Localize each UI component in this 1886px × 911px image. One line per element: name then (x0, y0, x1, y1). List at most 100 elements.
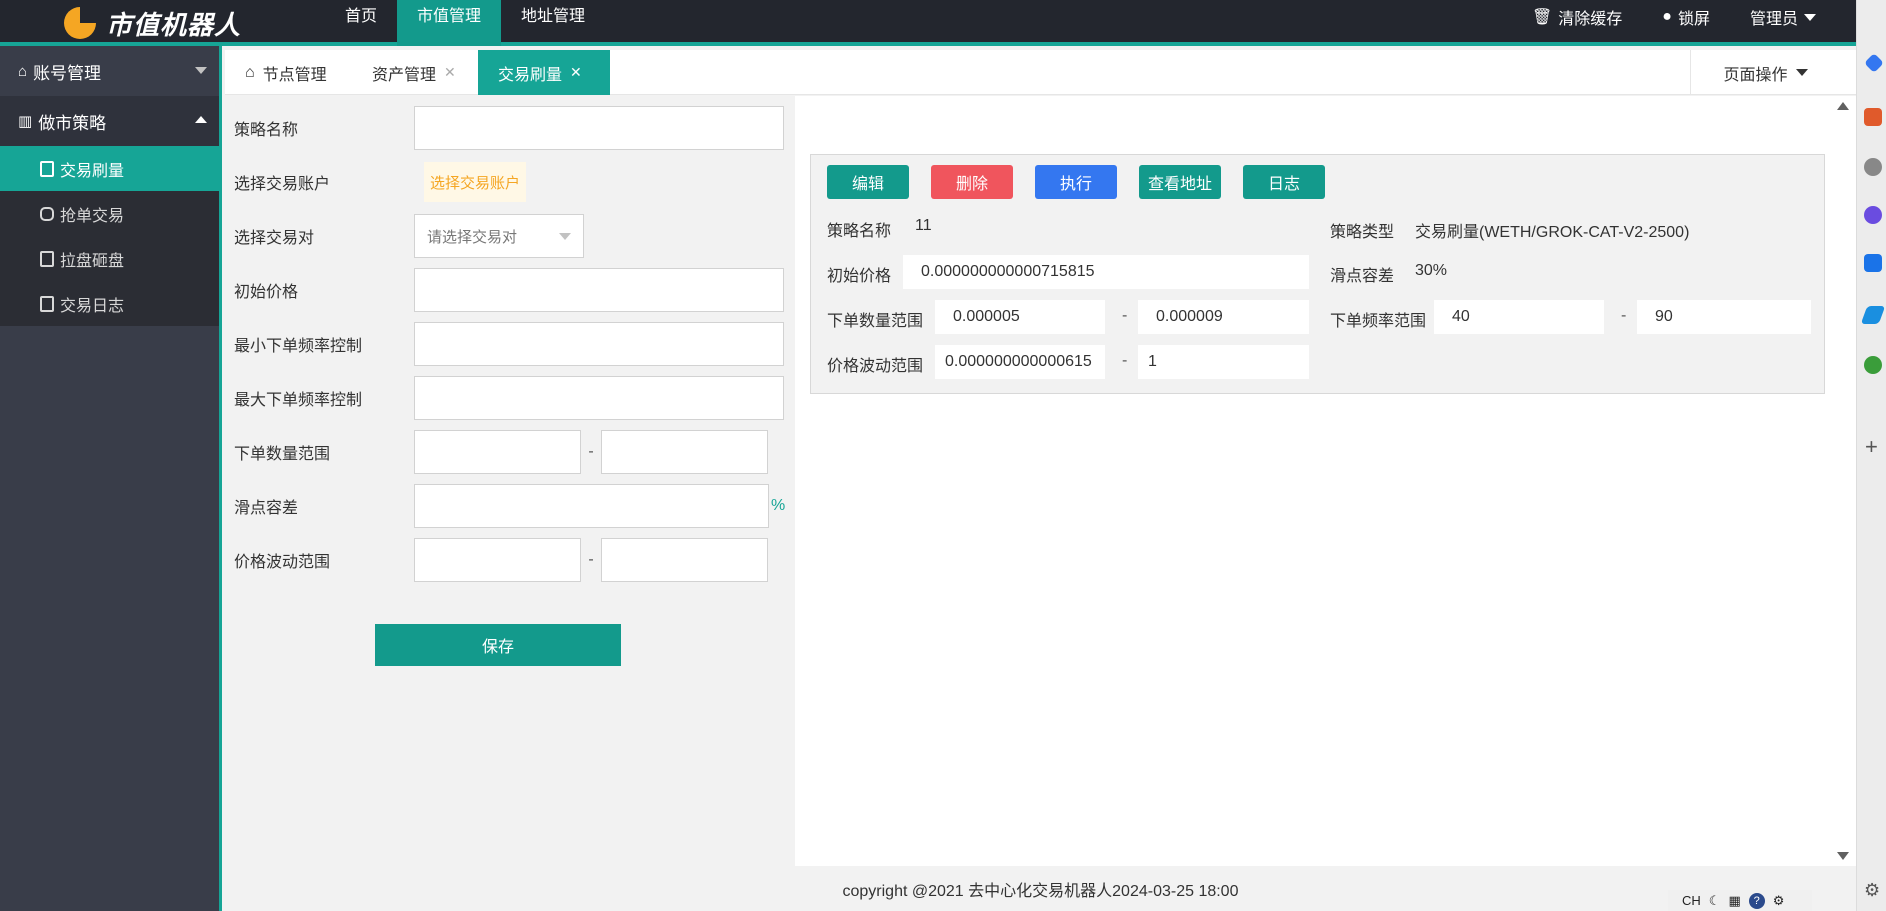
sidebar-item-label: 交易刷量 (60, 162, 125, 180)
card-value-order-qty-max: 0.000009 (1138, 300, 1309, 334)
card-value-price-range-max: 1 (1138, 345, 1309, 379)
form-label: 滑点容差 (234, 500, 299, 517)
page-operations-menu[interactable]: 页面操作 (1690, 50, 1840, 95)
tab-node-management[interactable]: ⌂ 节点管理 (225, 50, 347, 95)
card-value-slippage: 30% (1415, 262, 1448, 279)
card-value-order-qty-min: 0.000005 (935, 300, 1105, 334)
card-label-initial-price: 初始价格 (827, 268, 892, 285)
trash-icon: 🗑 (1531, 9, 1553, 26)
sidebar-group-account[interactable]: ⌂ 账号管理 (0, 46, 219, 96)
form-row-order-qty: 下单数量范围 - (234, 430, 768, 474)
form-label: 最大下单频率控制 (234, 392, 363, 409)
card-value-strategy-type: 交易刷量(WETH/GROK-CAT-V2-2500) (1415, 224, 1690, 241)
edit-button[interactable]: 编辑 (827, 165, 909, 199)
slippage-input[interactable] (414, 484, 769, 528)
card-label-strategy-type: 策略类型 (1330, 224, 1395, 241)
clipboard-check-icon (40, 295, 54, 312)
grid-icon[interactable]: ▦ (1728, 893, 1740, 909)
trading-pair-select[interactable]: 请选择交易对 (414, 214, 584, 258)
diamond-icon[interactable] (1864, 53, 1884, 73)
system-tray: CH ☾ ▦ ? ⚙ (1668, 890, 1812, 911)
nav-home[interactable]: 首页 (325, 0, 397, 46)
card-label-order-qty: 下单数量范围 (827, 313, 924, 330)
add-icon[interactable]: + (1865, 434, 1878, 460)
tab-bar: ⌂ 节点管理 资产管理 ✕ 交易刷量 ✕ 页面操作 (225, 50, 1856, 95)
settings-icon[interactable]: ⚙ (1864, 880, 1880, 901)
sidebar-item-volume-trading[interactable]: 交易刷量 (0, 146, 219, 191)
chevron-down-icon (1804, 13, 1816, 21)
execute-button[interactable]: 执行 (1035, 165, 1117, 199)
sidebar-item-trade-log[interactable]: 交易日志 (0, 281, 219, 326)
person-icon[interactable] (1864, 158, 1882, 176)
clipboard-check-icon (40, 250, 54, 267)
initial-price-input[interactable] (414, 268, 784, 312)
form-label: 价格波动范围 (234, 554, 331, 571)
main-content: 策略名称 选择交易账户 选择交易账户 选择交易对 请选择交易对 初始价格 最小下… (225, 96, 1856, 866)
card-label-frequency: 下单频率范围 (1330, 313, 1427, 330)
nav-address-management[interactable]: 地址管理 (501, 0, 605, 46)
save-button[interactable]: 保存 (375, 624, 621, 666)
form-row-initial-price: 初始价格 (234, 268, 784, 312)
view-address-button[interactable]: 查看地址 (1139, 165, 1221, 199)
strategy-name-input[interactable] (414, 106, 784, 150)
toolbox-icon[interactable] (1864, 108, 1882, 126)
strategy-form: 策略名称 选择交易账户 选择交易账户 选择交易对 请选择交易对 初始价格 最小下… (225, 96, 795, 866)
order-qty-max-input[interactable] (601, 430, 768, 474)
range-dash: - (1122, 352, 1128, 369)
strategy-card: 编辑 删除 执行 查看地址 日志 策略名称 11 策略类型 交易刷量(WETH/… (810, 154, 1825, 394)
range-dash: - (1621, 307, 1627, 324)
send-icon[interactable] (1860, 306, 1886, 324)
footer: copyright @2021 去中心化交易机器人2024-03-25 18:0… (225, 866, 1856, 911)
lock-icon: ● (1662, 8, 1672, 25)
help-icon[interactable]: ? (1748, 892, 1765, 909)
order-qty-min-input[interactable] (414, 430, 581, 474)
form-label: 策略名称 (234, 122, 299, 139)
tree-icon[interactable] (1864, 356, 1882, 374)
lock-screen-button[interactable]: ● 锁屏 (1642, 0, 1730, 34)
delete-button[interactable]: 删除 (931, 165, 1013, 199)
card-value-initial-price: 0.000000000000715815 (903, 255, 1309, 289)
form-label: 选择交易对 (234, 230, 315, 247)
moon-icon[interactable]: ☾ (1709, 893, 1721, 909)
sidebar-item-pump-dump[interactable]: 拉盘砸盘 (0, 236, 219, 281)
sidebar-item-snipe-trading[interactable]: 抢单交易 (0, 191, 219, 236)
sidebar-group-label: 账号管理 (33, 63, 102, 83)
form-row-strategy-name: 策略名称 (234, 106, 784, 150)
log-button[interactable]: 日志 (1243, 165, 1325, 199)
form-label: 初始价格 (234, 284, 299, 301)
top-nav: 首页 市值管理 地址管理 (325, 0, 605, 46)
app-logo[interactable]: 市值机器人 (64, 0, 241, 46)
scroll-down-arrow-icon[interactable] (1837, 852, 1849, 860)
tab-asset-management[interactable]: 资产管理 ✕ (352, 50, 476, 95)
close-icon[interactable]: ✕ (444, 64, 456, 81)
scroll-up-arrow-icon[interactable] (1837, 102, 1849, 110)
sidebar-group-label: 做市策略 (38, 113, 107, 133)
clear-cache-button[interactable]: 🗑 清除缓存 (1512, 0, 1642, 34)
logo-text: 市值机器人 (106, 9, 242, 40)
form-row-slippage: 滑点容差 % (234, 484, 785, 528)
form-row-max-freq: 最大下单频率控制 (234, 376, 784, 420)
price-range-min-input[interactable] (414, 538, 581, 582)
vertical-scrollbar[interactable] (1830, 96, 1856, 866)
card-label-slippage: 滑点容差 (1330, 268, 1395, 285)
card-value-price-range-min: 0.000000000000615 (935, 345, 1105, 379)
min-frequency-input[interactable] (414, 322, 784, 366)
card-value-strategy-name: 11 (915, 217, 932, 234)
copilot-icon[interactable] (1864, 206, 1882, 224)
home-icon: ⌂ (18, 62, 28, 80)
max-frequency-input[interactable] (414, 376, 784, 420)
outlook-icon[interactable] (1864, 254, 1882, 272)
nav-market-cap-management[interactable]: 市值管理 (397, 0, 502, 46)
sidebar-sub-list: 交易刷量 抢单交易 拉盘砸盘 交易日志 (0, 146, 219, 326)
sidebar-item-label: 抢单交易 (60, 207, 125, 225)
select-account-button[interactable]: 选择交易账户 (424, 162, 527, 202)
settings-icon[interactable]: ⚙ (1773, 893, 1785, 909)
admin-menu[interactable]: 管理员 (1730, 0, 1836, 34)
tab-volume-trading[interactable]: 交易刷量 ✕ (478, 50, 610, 95)
ime-indicator[interactable]: CH (1682, 893, 1701, 908)
close-icon[interactable]: ✕ (570, 64, 582, 81)
price-range-max-input[interactable] (601, 538, 768, 582)
form-label: 下单数量范围 (234, 446, 331, 463)
clear-cache-label: 清除缓存 (1558, 11, 1623, 28)
sidebar-group-market-strategy[interactable]: ▥ 做市策略 (0, 96, 219, 146)
